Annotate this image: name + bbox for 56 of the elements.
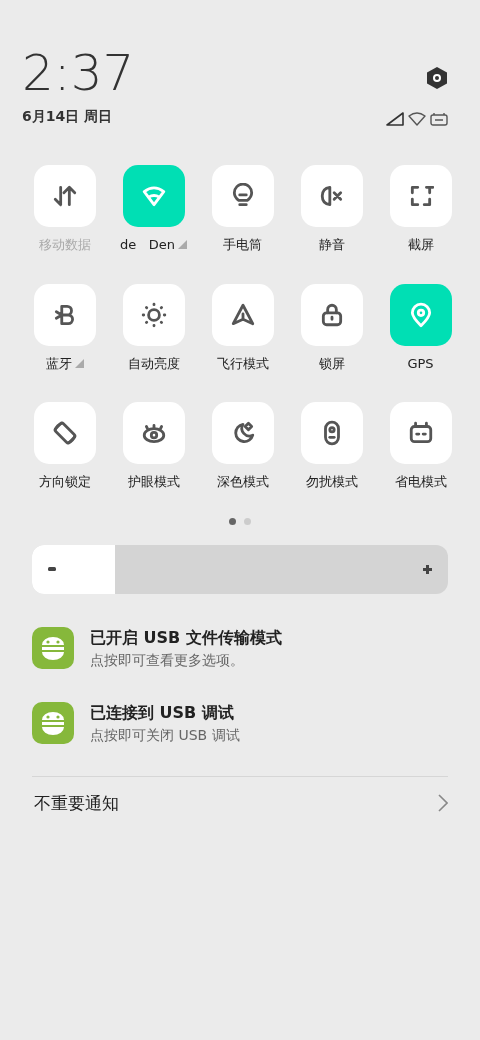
wifi-toggle[interactable] xyxy=(122,165,185,227)
notification-title: 已开启 USB 文件传输模式 xyxy=(90,626,282,649)
arrows-updown-icon xyxy=(51,183,78,209)
screenshot-toggle[interactable] xyxy=(389,165,452,227)
tile-label: 自动亮度 xyxy=(127,354,180,373)
rotation-toggle[interactable] xyxy=(33,402,96,464)
tile-label: 截屏 xyxy=(407,236,434,254)
tile-label: GPS xyxy=(407,354,434,373)
notification-text: 点按即可关闭 USB 调试 xyxy=(90,725,240,745)
eye-toggle[interactable] xyxy=(122,402,185,464)
tile-label: de Den xyxy=(120,236,175,254)
padlock-toggle[interactable] xyxy=(300,283,363,346)
section-label: 不重要通知 xyxy=(34,791,119,815)
bluetooth-toggle[interactable] xyxy=(33,283,96,346)
plane-icon xyxy=(229,301,256,328)
battery-toggle[interactable] xyxy=(389,402,452,464)
muted-speaker-toggle[interactable] xyxy=(300,165,363,227)
plane-toggle[interactable] xyxy=(211,283,274,346)
brightness-slider[interactable] xyxy=(32,544,448,594)
minus-icon xyxy=(48,566,56,571)
muted-speaker-icon xyxy=(318,183,345,209)
battery-icon xyxy=(430,112,448,126)
android-app-icon xyxy=(32,702,74,744)
tile-label: 勿扰模式 xyxy=(305,473,358,491)
notification-item[interactable]: 已开启 USB 文件传输模式 点按即可查看更多选项。 xyxy=(32,625,448,671)
signal-icon xyxy=(386,112,404,126)
bulb-toggle[interactable] xyxy=(211,165,274,227)
battery-icon xyxy=(407,420,434,446)
unimportant-notifications-row[interactable]: 不重要通知 xyxy=(0,776,480,816)
tile-label: 静音 xyxy=(318,236,345,254)
rotation-icon xyxy=(51,420,78,446)
clock-time: 2:37 xyxy=(22,48,135,98)
tile-label: 方向锁定 xyxy=(38,473,91,491)
moon-toggle[interactable] xyxy=(211,402,274,464)
plus-icon xyxy=(423,564,432,574)
chevron-right-icon xyxy=(438,794,448,813)
sun-toggle[interactable] xyxy=(122,283,185,346)
wifi-icon xyxy=(140,183,167,209)
notification-item[interactable]: 已连接到 USB 调试 点按即可关闭 USB 调试 xyxy=(32,700,448,746)
capsule-toggle[interactable] xyxy=(300,402,363,464)
location-pin-toggle[interactable] xyxy=(389,283,452,346)
wifi-icon xyxy=(408,112,426,126)
sun-icon xyxy=(140,301,167,328)
tile-label: 省电模式 xyxy=(394,473,447,491)
tile-label: 蓝牙 xyxy=(45,354,72,373)
tile-label: 飞行模式 xyxy=(216,354,269,373)
tile-label: 护眼模式 xyxy=(127,473,180,491)
tile-label: 手电筒 xyxy=(223,236,262,254)
date-text: 6月14日 周日 xyxy=(22,107,114,126)
settings-icon[interactable] xyxy=(426,66,448,90)
notification-text: 点按即可查看更多选项。 xyxy=(90,650,245,670)
notification-title: 已连接到 USB 调试 xyxy=(90,701,235,724)
tile-label: 深色模式 xyxy=(216,473,269,491)
tile-label: 锁屏 xyxy=(318,354,345,373)
tile-label: 移动数据 xyxy=(38,236,91,254)
android-app-icon xyxy=(32,627,74,669)
